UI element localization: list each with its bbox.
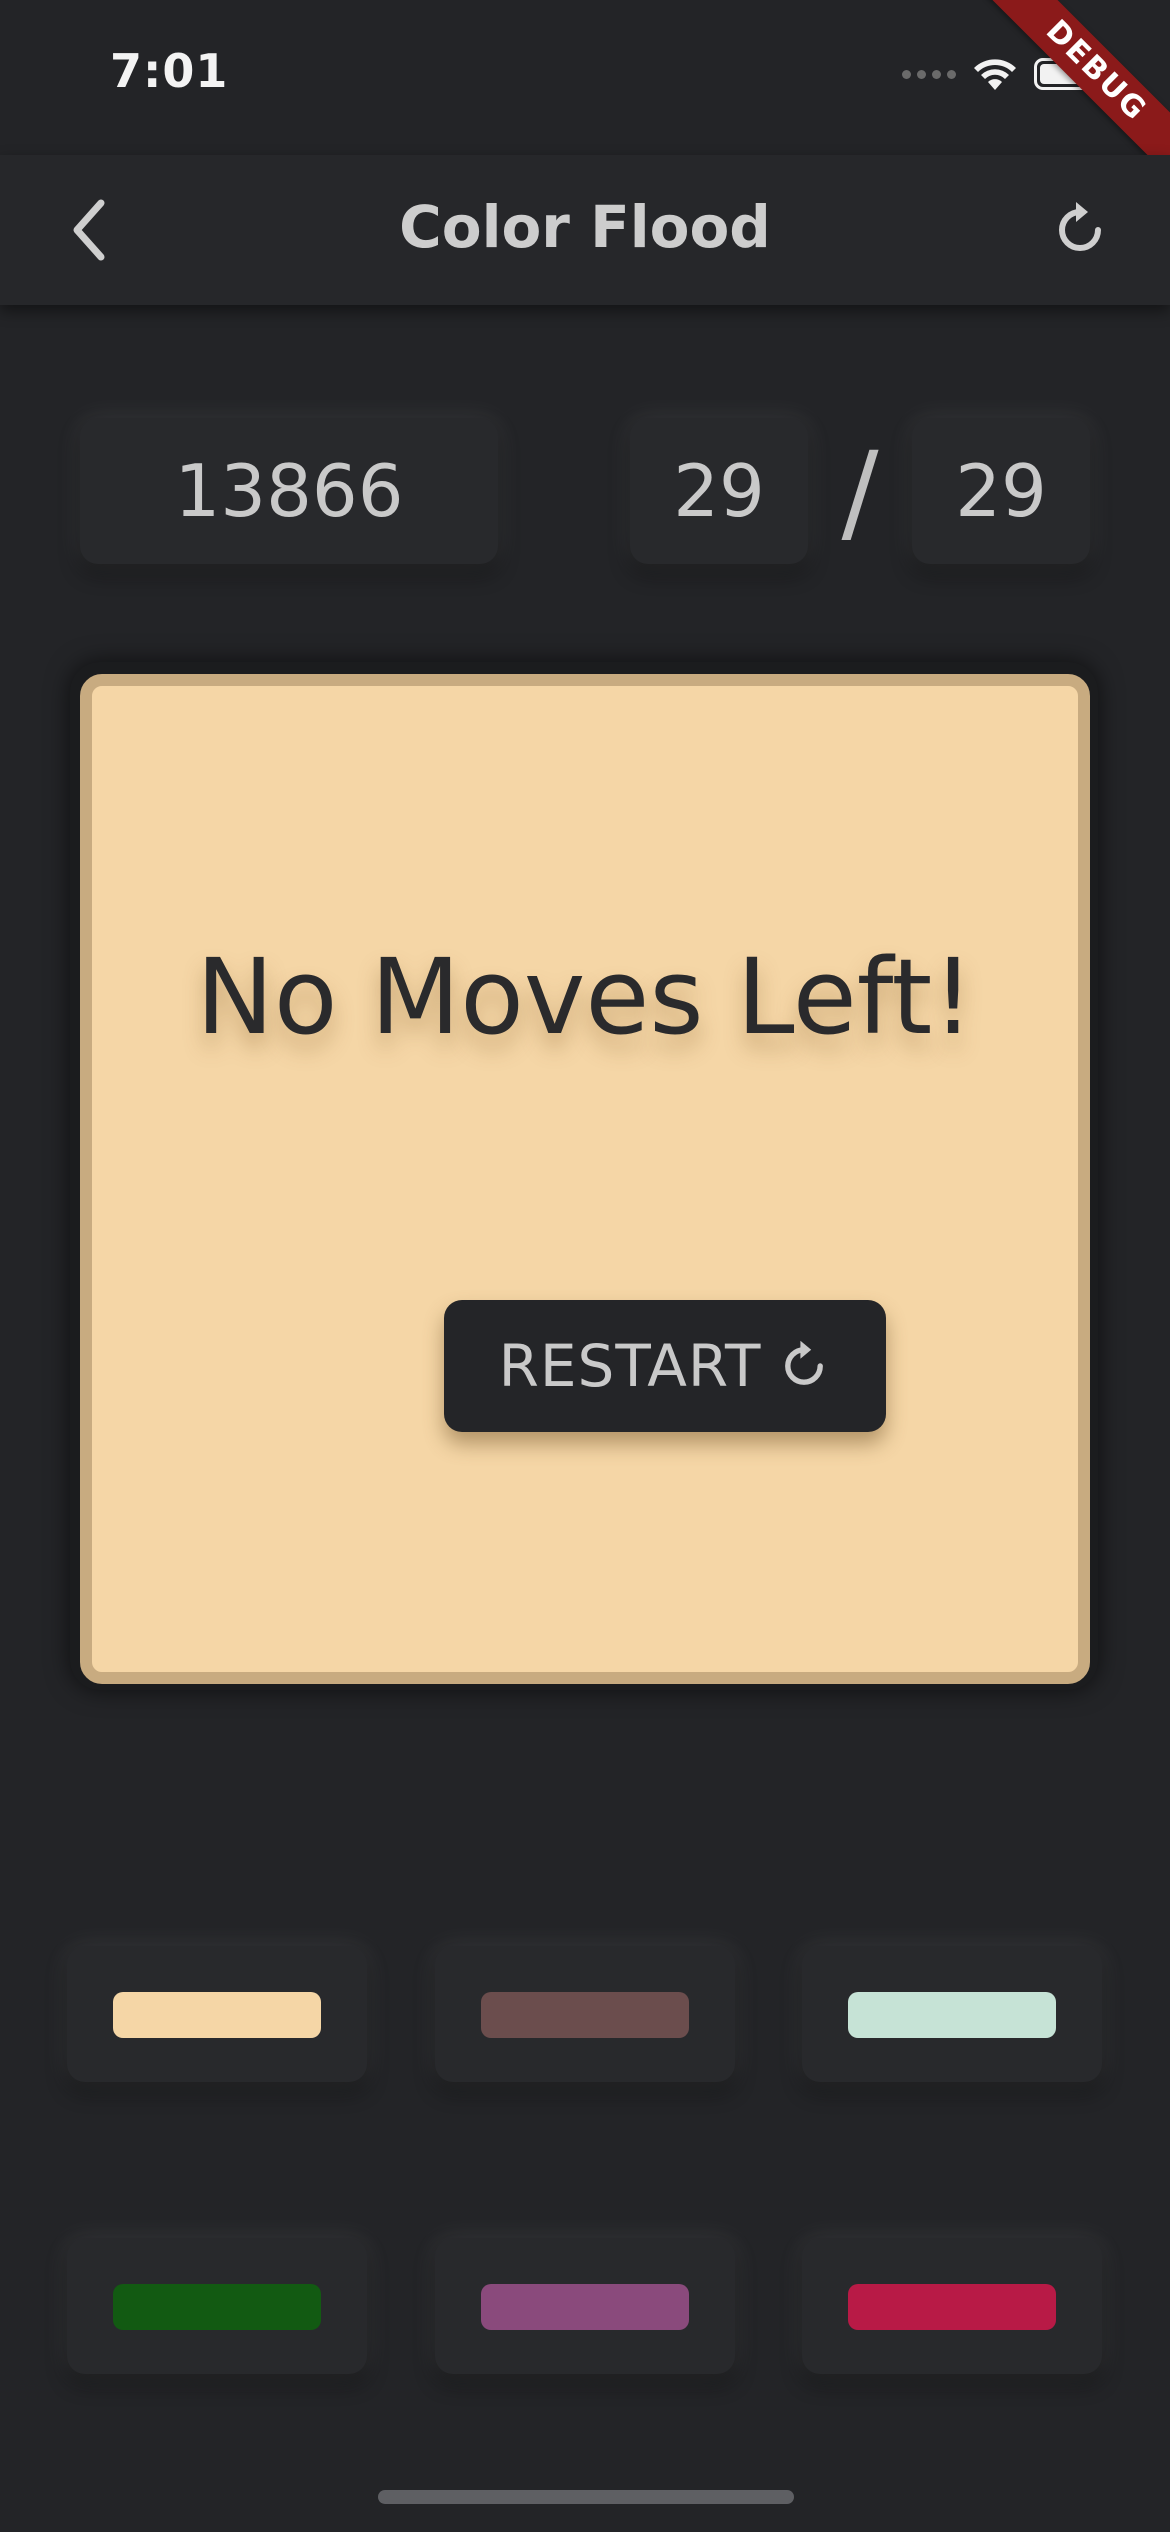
wifi-icon <box>974 59 1016 90</box>
color-button-sand[interactable] <box>67 1946 367 2082</box>
page-title: Color Flood <box>399 193 771 261</box>
moves-used-display: 29 <box>630 418 808 564</box>
moves-total-display: 29 <box>912 418 1090 564</box>
restart-label: RESTART <box>498 1332 762 1400</box>
app-bar: Color Flood <box>0 155 1170 305</box>
color-swatch <box>848 1992 1056 2038</box>
color-button-brown[interactable] <box>435 1946 735 2082</box>
score-display: 13866 <box>80 418 498 564</box>
color-button-green[interactable] <box>67 2238 367 2374</box>
refresh-icon <box>785 1340 824 1385</box>
color-swatch <box>113 1992 321 2038</box>
game-over-message: No Moves Left! <box>196 936 974 1058</box>
color-swatch <box>481 1992 689 2038</box>
game-board: No Moves Left! RESTART <box>80 674 1090 1684</box>
status-time: 7:01 <box>110 44 229 98</box>
moves-separator: / <box>841 428 879 556</box>
color-swatch <box>113 2284 321 2330</box>
color-button-purple[interactable] <box>435 2238 735 2374</box>
cellular-signal-icon <box>902 69 956 79</box>
color-swatch <box>481 2284 689 2330</box>
refresh-icon <box>1059 202 1101 251</box>
color-button-mint[interactable] <box>802 1946 1102 2082</box>
color-swatch <box>848 2284 1056 2330</box>
restart-game-button[interactable] <box>1040 190 1120 270</box>
color-button-crimson[interactable] <box>802 2238 1102 2374</box>
home-indicator[interactable] <box>378 2490 794 2504</box>
restart-button[interactable]: RESTART <box>444 1300 886 1432</box>
